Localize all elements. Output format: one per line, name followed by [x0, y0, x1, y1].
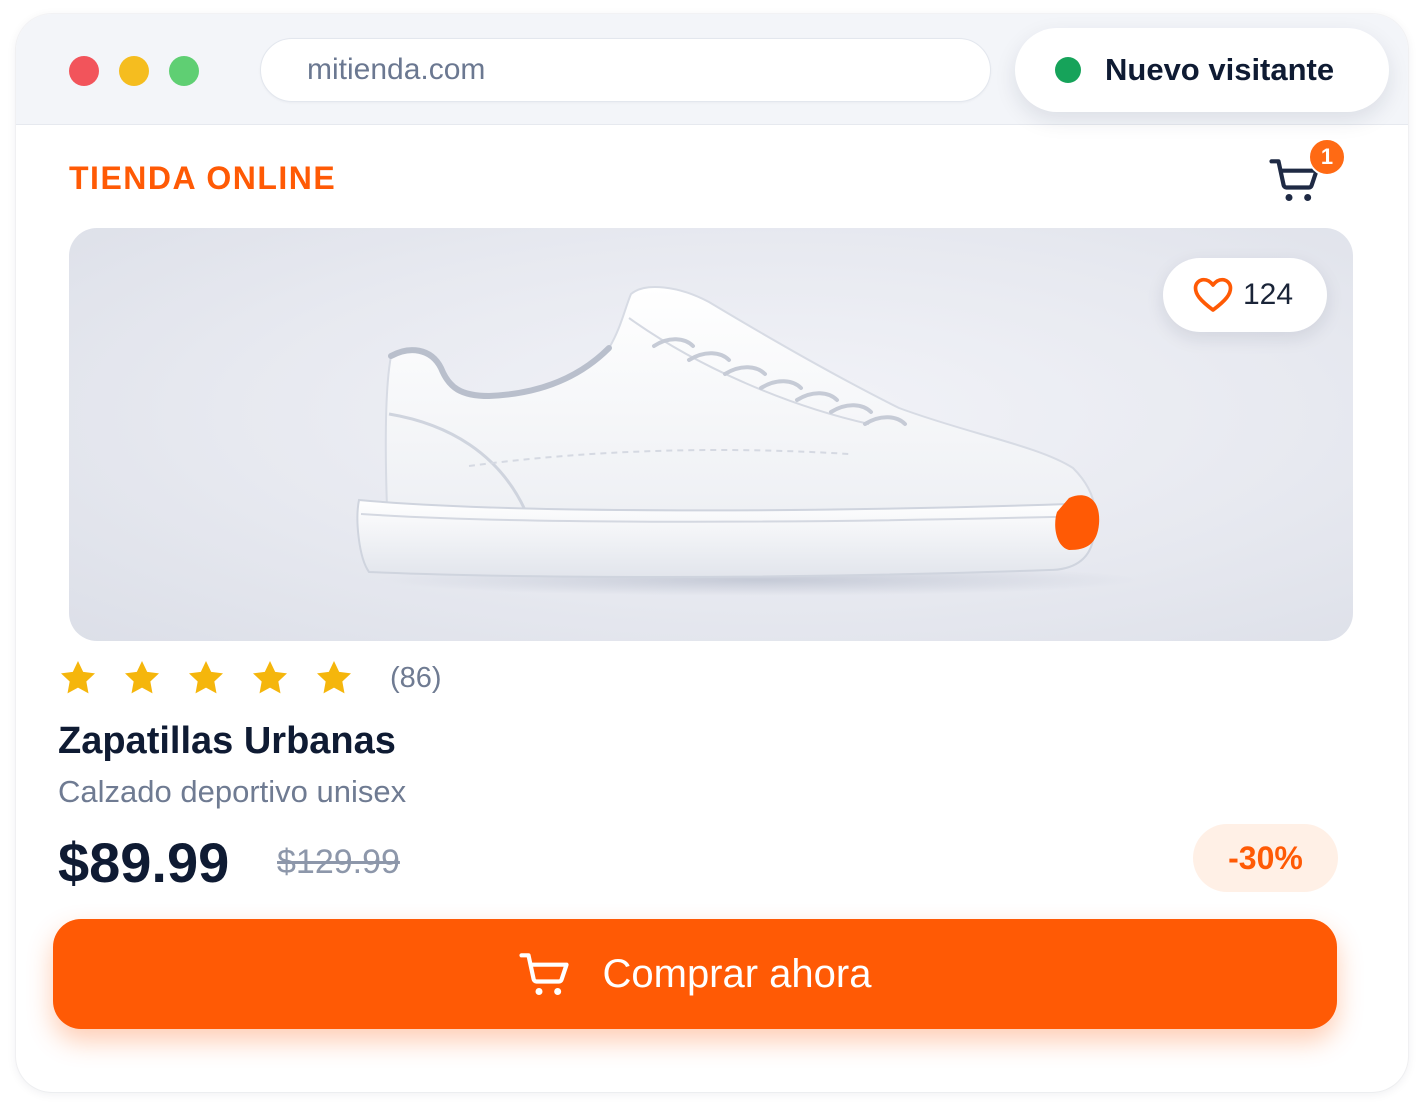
product-name: Zapatillas Urbanas — [58, 720, 396, 762]
heart-icon — [1193, 277, 1233, 312]
product-image[interactable]: 124 — [69, 228, 1353, 641]
address-bar-text: mitienda.com — [307, 53, 486, 86]
address-bar[interactable]: mitienda.com — [260, 38, 991, 102]
product-old-price: $129.99 — [277, 843, 400, 881]
cart-count-badge: 1 — [1308, 138, 1346, 176]
close-window-button[interactable] — [69, 56, 99, 86]
like-count: 124 — [1243, 278, 1294, 311]
star-icon — [186, 658, 226, 698]
star-icon — [58, 658, 98, 698]
visitor-status-pill: Nuevo visitante — [1015, 28, 1389, 112]
rating: (86) — [58, 658, 442, 698]
review-count[interactable]: (86) — [390, 662, 442, 695]
star-icon — [122, 658, 162, 698]
product-category: Calzado deportivo unisex — [58, 774, 407, 809]
cart-icon — [519, 953, 570, 995]
sneaker-image — [356, 286, 1139, 596]
buy-now-label: Comprar ahora — [602, 951, 872, 996]
like-button[interactable]: 124 — [1163, 258, 1327, 332]
discount-badge: -30% — [1193, 824, 1338, 892]
minimize-window-button[interactable] — [119, 56, 149, 86]
product-price: $89.99 — [58, 831, 230, 894]
star-icon — [314, 658, 354, 698]
store-brand[interactable]: TIENDA ONLINE — [69, 160, 336, 197]
online-status-dot — [1055, 57, 1081, 83]
star-icon — [250, 658, 290, 698]
maximize-window-button[interactable] — [169, 56, 199, 86]
visitor-status-label: Nuevo visitante — [1105, 52, 1335, 87]
buy-now-button[interactable]: Comprar ahora — [53, 919, 1337, 1029]
